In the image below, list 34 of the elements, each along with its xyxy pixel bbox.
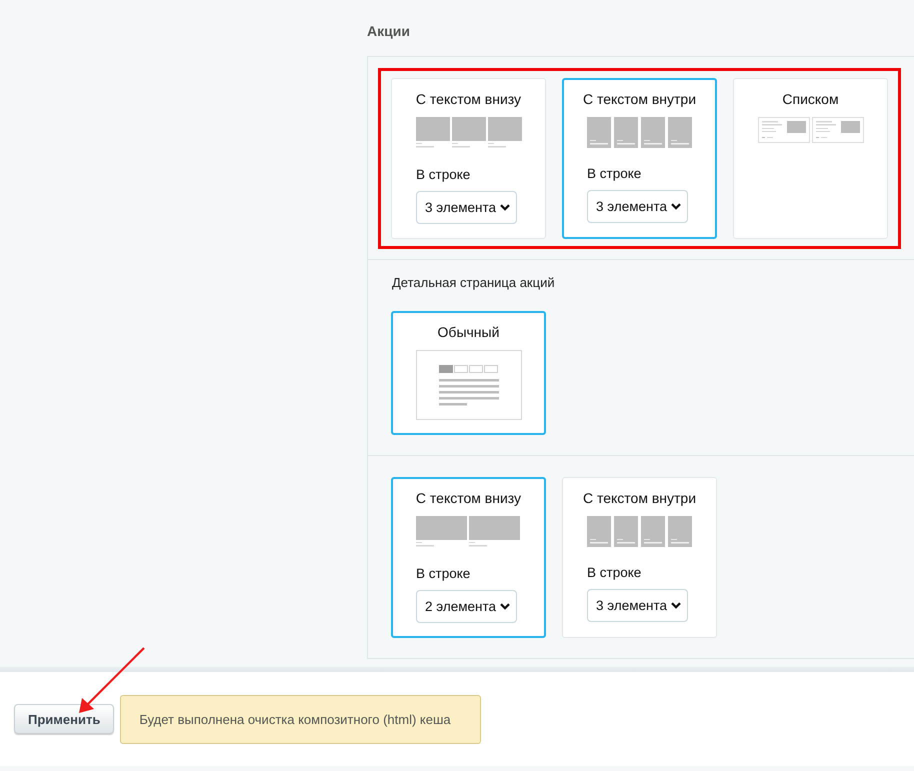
option-card[interactable]: Списком [733, 78, 888, 239]
option-card[interactable]: С текстом внутри В строке 3 элемента [562, 78, 717, 239]
count-select[interactable]: 2 элемента [416, 590, 517, 623]
row-label: В строке [416, 167, 470, 182]
option-title: С текстом внизу [416, 91, 522, 107]
layout-preview-icon [586, 117, 692, 148]
section-title: Акции [367, 22, 411, 41]
apply-button[interactable]: Применить [14, 704, 114, 734]
option-title: С текстом внизу [416, 490, 522, 506]
option-title: Обычный [438, 324, 500, 340]
row-label: В строке [587, 565, 642, 580]
option-card[interactable]: С текстом внизу В строке 2 элемента [391, 477, 546, 638]
option-title: С текстом внутри [582, 490, 696, 506]
count-select[interactable]: 3 элемента [587, 589, 688, 622]
chevron-down-icon [671, 203, 681, 210]
chevron-down-icon [500, 603, 510, 610]
row-label: В строке [416, 566, 470, 581]
cache-notice: Будет выполнена очистка композитного (html) кеша [120, 694, 482, 744]
layout-preview-icon [416, 516, 522, 548]
chevron-down-icon [671, 602, 681, 609]
option-title: С текстом внутри [582, 91, 696, 107]
row-label: В строке [587, 166, 642, 181]
option-card[interactable]: Обычный [391, 311, 546, 435]
group-label: Детальная страница акций [392, 275, 556, 290]
option-card[interactable]: С текстом внутри В строке 3 элемента [562, 477, 717, 638]
count-select[interactable]: 3 элемента [587, 190, 688, 223]
layout-preview-icon [758, 117, 864, 143]
layout-preview-icon [416, 350, 522, 420]
option-card[interactable]: С текстом внизу В строке 3 элемента [391, 78, 546, 239]
layout-preview-icon [416, 117, 522, 149]
option-title: Списком [782, 91, 839, 107]
chevron-down-icon [500, 204, 510, 211]
count-select[interactable]: 3 элемента [416, 191, 517, 224]
layout-preview-icon [586, 516, 692, 547]
